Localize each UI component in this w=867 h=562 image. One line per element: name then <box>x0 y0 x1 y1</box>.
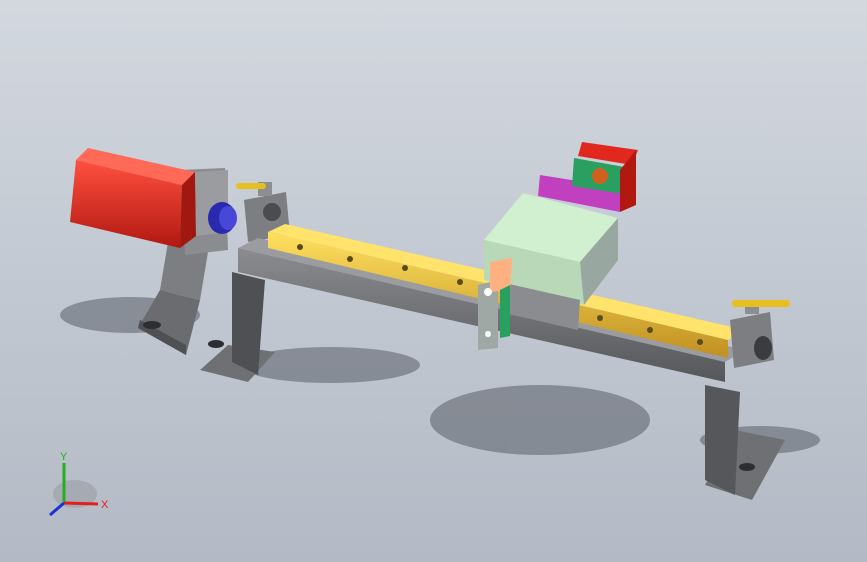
right-bearing-block[interactable] <box>730 300 790 368</box>
y-axis-label: Y <box>60 451 68 463</box>
servo-motor[interactable] <box>70 148 228 248</box>
linear-module-3d-model[interactable]: Y X <box>0 0 867 562</box>
x-axis-label: X <box>101 499 109 511</box>
axis-triad: Y X <box>49 451 109 517</box>
cad-viewport[interactable]: Y X <box>0 0 867 562</box>
shaft-coupler[interactable] <box>208 202 237 234</box>
